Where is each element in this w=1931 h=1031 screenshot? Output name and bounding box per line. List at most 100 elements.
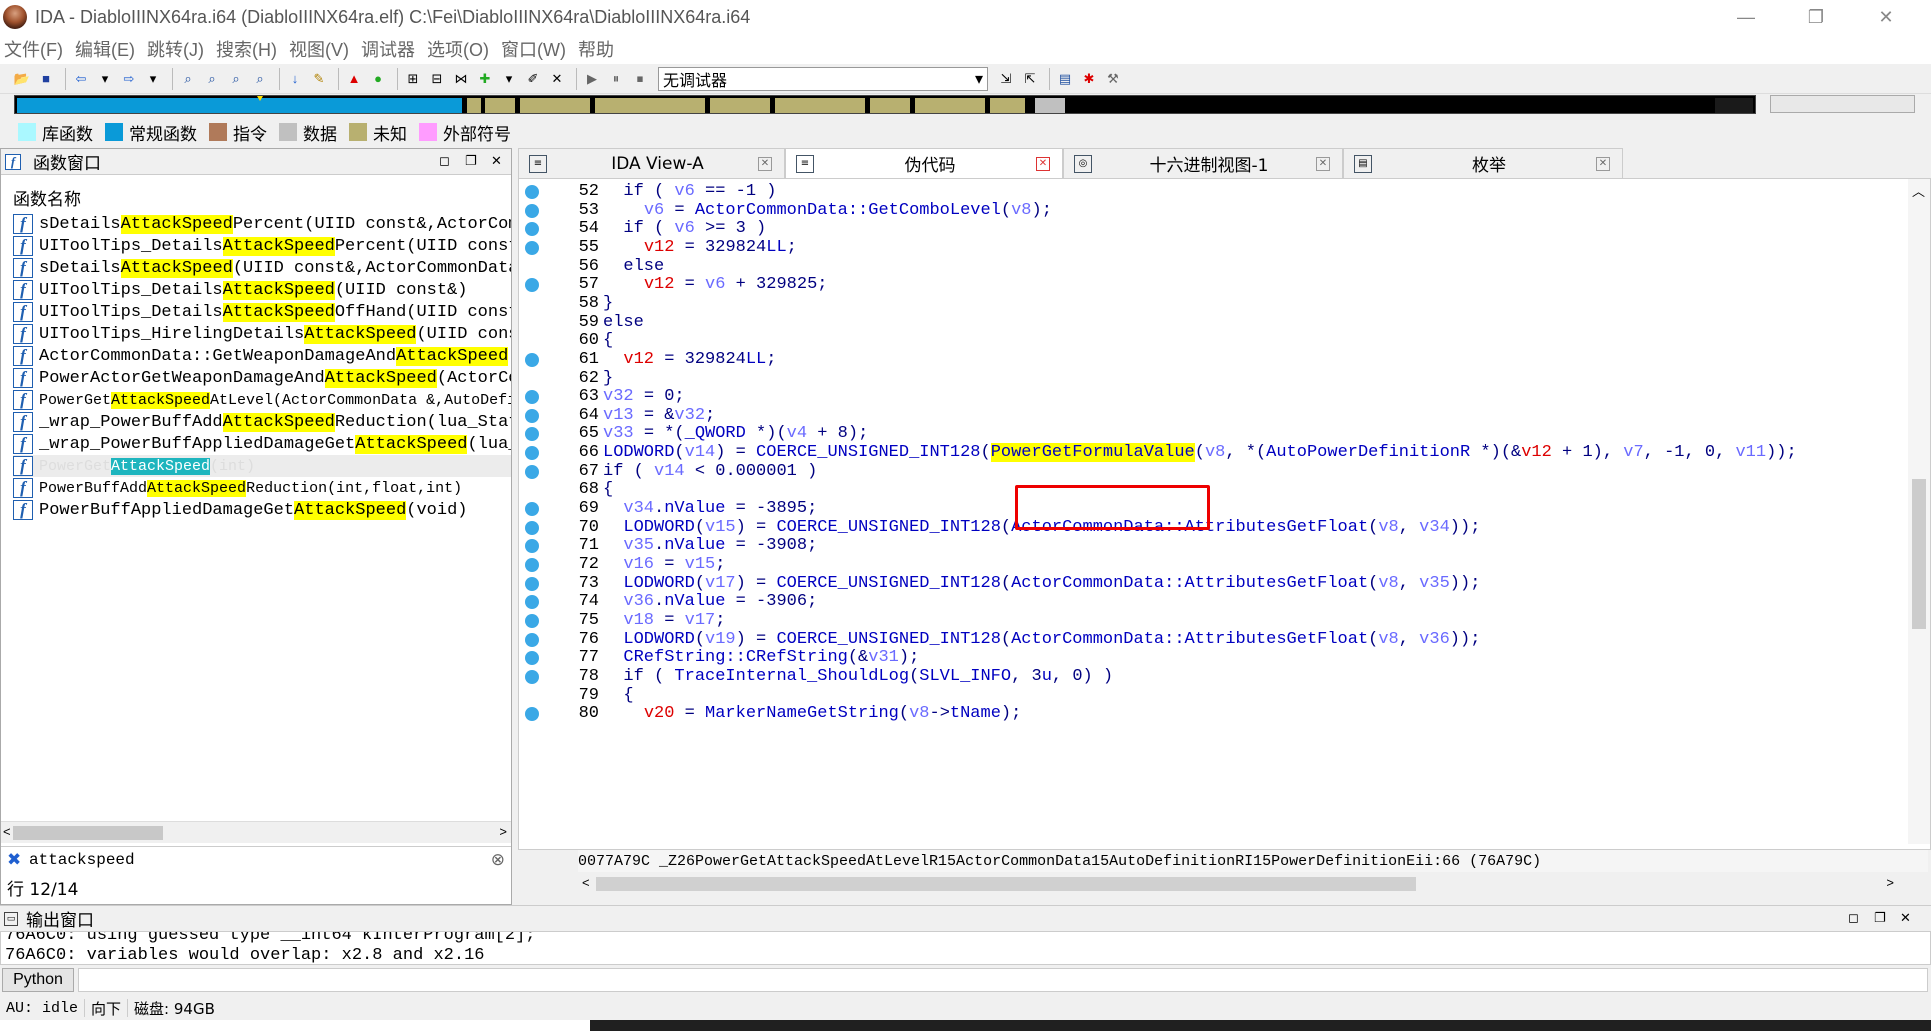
close-icon[interactable]: ✕ — [1036, 156, 1050, 171]
search-binary-icon[interactable]: ⌕ — [250, 69, 270, 89]
scroll-right-icon[interactable]: > — [1886, 875, 1894, 890]
breakpoint-dot-icon[interactable] — [525, 464, 539, 479]
graph-icon[interactable]: ▲ — [344, 69, 364, 89]
scroll-up-icon[interactable]: ︿ — [1912, 181, 1925, 200]
scroll-left-icon[interactable]: < — [3, 824, 11, 839]
pseudocode-view[interactable]: 52 53 54 55 56 57 58 59 60 61 62 63 64 65 66 67 68 69 70 71… — [518, 178, 1931, 850]
back-icon[interactable]: ⇦ — [71, 69, 91, 89]
function-row[interactable]: f PowerGet AttackSpeed (int) — [13, 455, 511, 477]
code-line[interactable]: v12 = 329824LL; — [603, 350, 776, 373]
breakpoint-dot-icon[interactable] — [525, 502, 539, 517]
menu-search[interactable]: 搜索(H) — [216, 36, 277, 62]
breakpoint-dot-icon[interactable] — [525, 669, 539, 684]
binoculars-icon[interactable]: ⌕ — [178, 69, 198, 89]
function-row[interactable]: f ActorCommonData::GetWeaponDamageAnd Atta… — [13, 345, 511, 367]
menu-view[interactable]: 视图(V) — [289, 36, 349, 62]
delete-icon[interactable]: ✕ — [547, 69, 567, 89]
float-icon[interactable]: ◻ — [439, 153, 450, 169]
close-icon[interactable]: ✕ — [1851, 0, 1921, 34]
mark-icon[interactable]: ✎ — [309, 69, 329, 89]
xref-icon[interactable]: ⊞ — [403, 69, 423, 89]
scrollbar-thumb[interactable] — [596, 877, 1416, 891]
close-icon[interactable]: ✕ — [758, 156, 772, 171]
binoculars-next-icon[interactable]: ⌕ — [226, 69, 246, 89]
binoculars-text-icon[interactable]: ⌕ — [202, 69, 222, 89]
tab-pseudocode[interactable]: ≡ 伪代码 ✕ — [785, 148, 1063, 178]
scroll-left-icon[interactable]: < — [582, 875, 590, 890]
menu-debugger[interactable]: 调试器 — [361, 36, 415, 62]
function-row[interactable]: f sDetails AttackSpeed Percent(UIID const&,… — [13, 213, 511, 235]
menu-options[interactable]: 选项(O) — [427, 36, 489, 62]
tab-hex-view[interactable]: ◎ 十六进制视图-1 ✕ — [1063, 148, 1343, 178]
tab-enums[interactable]: ▤ 枚举 ✕ — [1343, 148, 1623, 178]
restore-pane-icon[interactable]: ❐ — [465, 153, 477, 169]
breakpoint-dot-icon[interactable] — [525, 390, 539, 405]
chart-icon[interactable]: ⊟ — [427, 69, 447, 89]
tab-ida-view-a[interactable]: ≡ IDA View-A ✕ — [518, 148, 785, 178]
open-icon[interactable]: 📂 — [12, 69, 32, 89]
close-pane-icon[interactable]: ✕ — [1900, 910, 1911, 926]
menu-file[interactable]: 文件(F) — [4, 36, 63, 62]
breakpoint-dot-icon[interactable] — [525, 427, 539, 442]
save-icon[interactable]: ■ — [36, 69, 56, 89]
minimize-icon[interactable]: — — [1711, 0, 1781, 34]
status-green-icon[interactable]: ● — [368, 69, 388, 89]
function-row[interactable]: f _wrap_PowerBuffAppliedDamageGet AttackSp… — [13, 433, 511, 455]
search-input[interactable] — [29, 850, 469, 869]
restore-pane-icon[interactable]: ❐ — [1874, 910, 1886, 926]
function-row[interactable]: f PowerActorGetWeaponDamageAnd AttackSpeed… — [13, 367, 511, 389]
struct-icon[interactable]: ▤ — [1055, 69, 1075, 89]
back-dropdown-icon[interactable]: ▾ — [95, 69, 115, 89]
breakpoint-dot-icon[interactable] — [525, 576, 539, 591]
jump-down-icon[interactable]: ↓ — [285, 69, 305, 89]
python-button[interactable]: Python — [2, 968, 74, 992]
process-icon[interactable]: ⇱ — [1020, 69, 1040, 89]
breakpoint-dot-icon[interactable] — [525, 240, 539, 255]
scrollbar-thumb[interactable] — [1912, 479, 1926, 629]
function-row[interactable]: f PowerBuffAppliedDamageGet AttackSpeed (vo… — [13, 499, 511, 521]
menu-edit[interactable]: 编辑(E) — [75, 36, 135, 62]
code-line[interactable]: if ( TraceInternal_ShouldLog(SLVL_INFO, … — [603, 667, 1113, 690]
pause-icon[interactable]: ⏸ — [606, 69, 626, 89]
breakpoint-dot-icon[interactable] — [525, 539, 539, 554]
segment-select[interactable] — [1770, 95, 1915, 113]
function-row[interactable]: f UIToolTips_HirelingDetails AttackSpeed (U… — [13, 323, 511, 345]
debugger-select[interactable]: 无调试器 ▾ — [658, 66, 988, 91]
clear-search-icon[interactable]: ⊗ — [491, 850, 505, 870]
code-line[interactable]: v12 = v6 + 329825; — [603, 275, 828, 298]
call-graph-icon[interactable]: ⋈ — [451, 69, 471, 89]
breakpoint-dot-icon[interactable] — [525, 185, 539, 199]
vertical-scrollbar[interactable]: ︿ — [1908, 179, 1930, 844]
attach-icon[interactable]: ⇲ — [996, 69, 1016, 89]
scrollbar-thumb[interactable] — [13, 826, 163, 840]
add-node-icon[interactable]: ✚ — [475, 69, 495, 89]
breakpoint-dot-icon[interactable] — [525, 613, 539, 628]
code-line[interactable]: v20 = MarkerNameGetString(v8->tName); — [603, 704, 1022, 727]
breakpoint-dot-icon[interactable] — [525, 558, 539, 572]
breakpoint-dot-icon[interactable] — [525, 352, 539, 367]
breakpoint-dot-icon[interactable] — [525, 408, 539, 423]
breakpoint-dot-icon[interactable] — [525, 520, 539, 535]
menu-help[interactable]: 帮助 — [578, 36, 614, 62]
breakpoint-dot-icon[interactable] — [525, 707, 539, 722]
edit-icon[interactable]: ✐ — [523, 69, 543, 89]
forward-icon[interactable]: ⇨ — [119, 69, 139, 89]
function-row[interactable]: f PowerBuffAdd AttackSpeed Reduction(int,fl… — [13, 477, 511, 499]
close-search-icon[interactable]: ✖ — [7, 850, 21, 870]
menu-jump[interactable]: 跳转(J) — [147, 36, 204, 62]
horizontal-scrollbar[interactable]: < > — [578, 874, 1898, 894]
breakpoint-dot-icon[interactable] — [525, 278, 539, 293]
column-header-function-name[interactable]: 函数名称 — [13, 185, 81, 210]
breakpoint-dot-icon[interactable] — [525, 222, 539, 237]
close-pane-icon[interactable]: ✕ — [491, 153, 502, 169]
breakpoint-dot-icon[interactable] — [525, 446, 539, 461]
command-input[interactable] — [78, 968, 1928, 992]
close-icon[interactable]: ✕ — [1316, 156, 1330, 171]
function-row[interactable]: f UIToolTips_Details AttackSpeed (UIID cons… — [13, 279, 511, 301]
stop-icon[interactable]: ⏹ — [630, 69, 650, 89]
function-row[interactable]: f sDetails AttackSpeed (UIID const&,ActorCo… — [13, 257, 511, 279]
breakpoint-dot-icon[interactable] — [525, 203, 539, 218]
restore-icon[interactable]: ❐ — [1781, 0, 1851, 34]
function-row[interactable]: f UIToolTips_Details AttackSpeed Percent(UI… — [13, 235, 511, 257]
forward-dropdown-icon[interactable]: ▾ — [143, 69, 163, 89]
